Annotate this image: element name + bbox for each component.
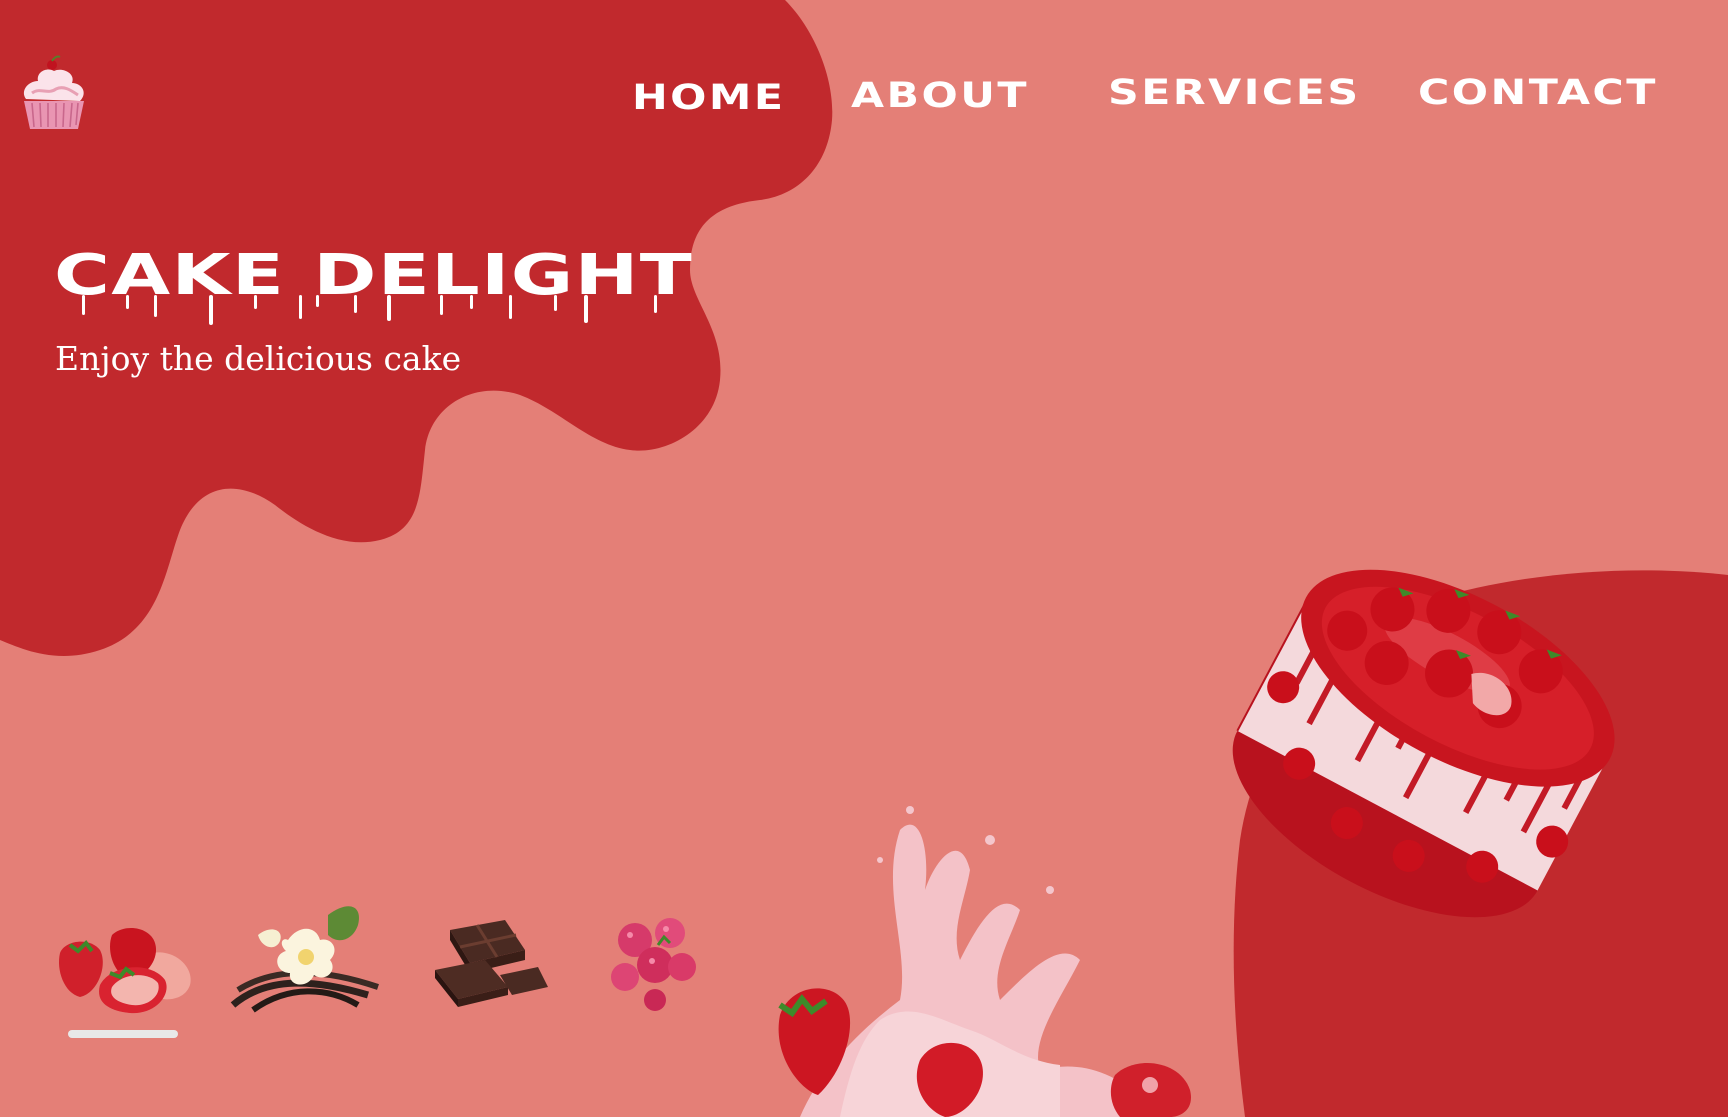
hero-subtitle: Enjoy the delicious cake bbox=[55, 339, 462, 378]
chocolate-icon bbox=[435, 920, 548, 1007]
strawberry-glazed-cake-image[interactable] bbox=[1195, 520, 1655, 960]
flavor-raspberry-thumb[interactable] bbox=[600, 905, 710, 1015]
strawberry-icon bbox=[58, 928, 191, 1014]
raspberry-icon bbox=[611, 918, 696, 1011]
main-nav: HOME ABOUT SERVICES CONTACT bbox=[0, 68, 1728, 128]
nav-services[interactable]: SERVICES bbox=[1108, 73, 1361, 113]
nav-contact[interactable]: CONTACT bbox=[1418, 73, 1658, 113]
flavor-chocolate-thumb[interactable] bbox=[430, 915, 550, 1010]
milk-splash-strawberries-image bbox=[778, 806, 1191, 1117]
active-flavor-indicator bbox=[68, 1030, 178, 1038]
flavor-vanilla-thumb[interactable] bbox=[228, 895, 388, 1025]
vanilla-flower-icon bbox=[230, 906, 379, 1013]
flavor-strawberry-thumb[interactable] bbox=[50, 915, 200, 1015]
nav-about[interactable]: ABOUT bbox=[851, 76, 1029, 116]
title-drips-decoration bbox=[82, 295, 657, 325]
nav-home[interactable]: HOME bbox=[632, 78, 785, 118]
